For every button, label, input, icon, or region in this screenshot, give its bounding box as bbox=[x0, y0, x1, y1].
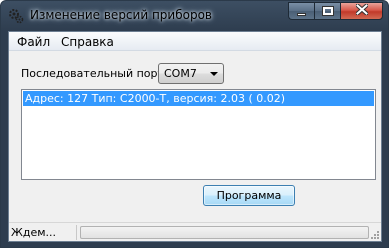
close-button[interactable] bbox=[340, 2, 383, 20]
resize-grip-icon[interactable] bbox=[370, 230, 380, 240]
menu-bar: Файл Справка bbox=[9, 32, 381, 51]
port-select[interactable]: COM7 bbox=[158, 63, 224, 84]
minimize-icon bbox=[297, 12, 306, 16]
port-select-value: COM7 bbox=[164, 67, 197, 80]
maximize-button[interactable] bbox=[314, 2, 340, 20]
menu-file[interactable]: Файл bbox=[14, 35, 53, 49]
main-window: Изменение версий приборов Файл Справка П… bbox=[0, 0, 389, 248]
minimize-button[interactable] bbox=[288, 2, 314, 20]
window-title: Изменение версий приборов bbox=[30, 8, 212, 22]
device-list[interactable]: Адрес: 127 Тип: С2000-Т, версия: 2.03 ( … bbox=[21, 89, 376, 180]
status-bar: Ждем... bbox=[9, 222, 381, 241]
status-separator bbox=[76, 225, 77, 240]
maximize-icon bbox=[321, 6, 334, 16]
client-area: Файл Справка Последовательный порт: COM7… bbox=[8, 31, 382, 242]
menu-help[interactable]: Справка bbox=[58, 35, 117, 49]
port-label: Последовательный порт: bbox=[21, 67, 168, 80]
title-bar[interactable]: Изменение версий приборов bbox=[1, 1, 388, 31]
chevron-down-icon bbox=[210, 72, 218, 76]
progress-bar bbox=[80, 226, 369, 239]
program-button[interactable]: Программа bbox=[203, 185, 295, 206]
gears-icon bbox=[8, 8, 24, 24]
device-list-item[interactable]: Адрес: 127 Тип: С2000-Т, версия: 2.03 ( … bbox=[23, 91, 374, 106]
status-text: Ждем... bbox=[11, 226, 57, 239]
close-icon bbox=[354, 2, 369, 18]
caption-buttons bbox=[288, 2, 383, 20]
